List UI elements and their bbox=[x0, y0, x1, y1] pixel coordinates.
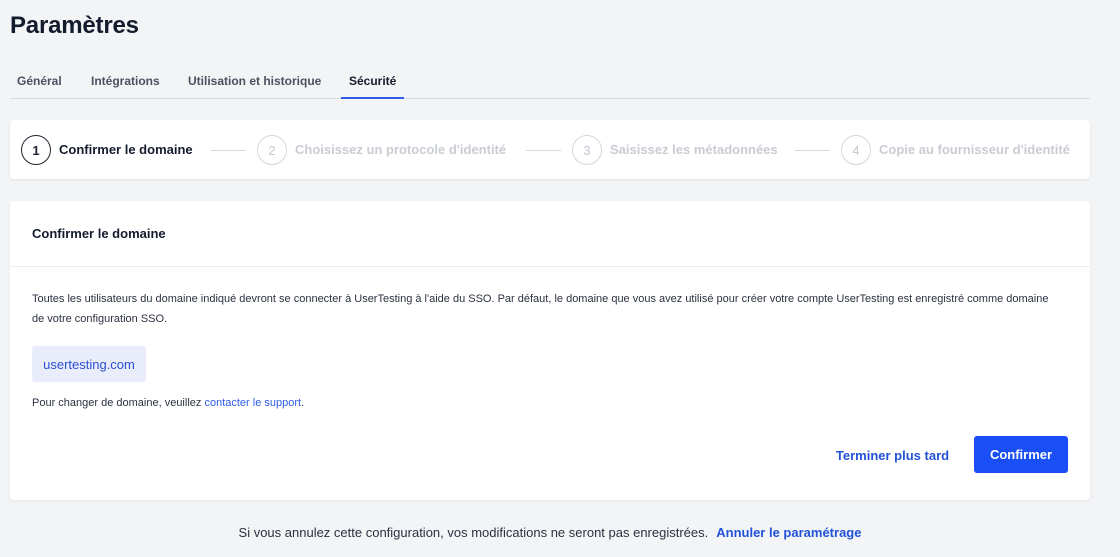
cancel-setup-link[interactable]: Annuler le paramétrage bbox=[716, 525, 861, 540]
step-connector bbox=[795, 150, 830, 151]
sso-stepper: 1 Confirmer le domaine 2 Choisissez un p… bbox=[10, 120, 1090, 179]
support-line: Pour changer de domaine, veuillez contac… bbox=[32, 397, 304, 409]
tab-security[interactable]: Sécurité bbox=[341, 74, 405, 99]
tab-general[interactable]: Général bbox=[17, 74, 62, 99]
step-2-label: Choisissez un protocole d'identité bbox=[295, 142, 507, 157]
tab-usage-history[interactable]: Utilisation et historique bbox=[188, 74, 321, 99]
step-connector bbox=[211, 150, 246, 151]
step-4-label: Copie au fournisseur d'identité bbox=[879, 142, 1070, 157]
finish-later-button[interactable]: Terminer plus tard bbox=[820, 437, 965, 473]
confirm-button[interactable]: Confirmer bbox=[974, 436, 1068, 473]
confirm-domain-card: Confirmer le domaine Toutes les utilisat… bbox=[10, 201, 1090, 500]
step-4-number: 4 bbox=[841, 135, 871, 165]
step-1-number: 1 bbox=[21, 135, 51, 165]
step-3-number: 3 bbox=[572, 135, 602, 165]
card-description: Toutes les utilisateurs du domaine indiq… bbox=[32, 293, 1049, 325]
step-connector bbox=[526, 150, 561, 151]
page-title: Paramètres bbox=[10, 12, 139, 39]
step-2-number: 2 bbox=[257, 135, 287, 165]
footer-notice: Si vous annulez cette configuration, vos… bbox=[0, 525, 1100, 540]
domain-chip: usertesting.com bbox=[32, 346, 146, 382]
contact-support-link[interactable]: contacter le support bbox=[204, 397, 301, 409]
step-1-label: Confirmer le domaine bbox=[59, 142, 193, 157]
card-title: Confirmer le domaine bbox=[10, 201, 1090, 267]
tab-integrations[interactable]: Intégrations bbox=[91, 74, 160, 99]
support-suffix: . bbox=[301, 397, 305, 409]
step-3-label: Saisissez les métadonnées bbox=[610, 142, 778, 157]
support-prefix: Pour changer de domaine, veuillez bbox=[32, 397, 205, 409]
settings-tabs: Général Intégrations Utilisation et hist… bbox=[10, 64, 1090, 99]
footer-text: Si vous annulez cette configuration, vos… bbox=[238, 525, 709, 540]
